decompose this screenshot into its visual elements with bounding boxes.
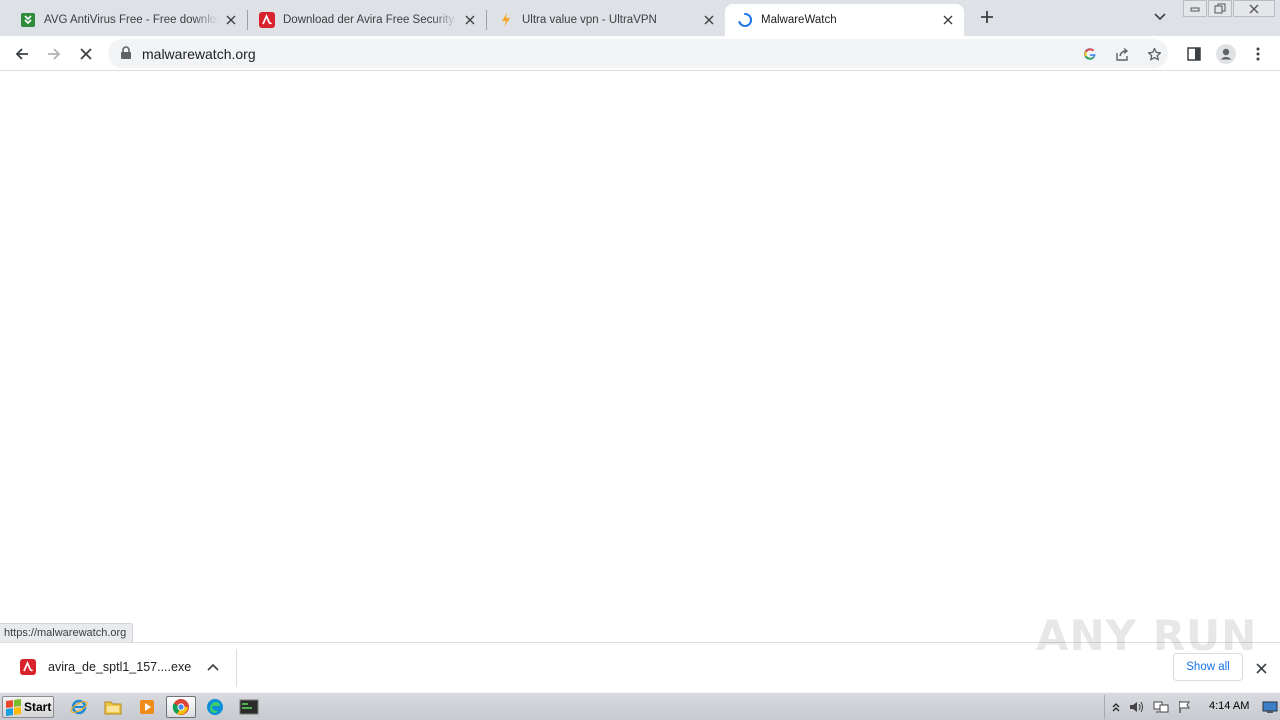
avatar-icon [1216, 44, 1236, 64]
show-all-button[interactable]: Show all [1173, 653, 1243, 681]
avg-download-icon [20, 12, 36, 28]
arrow-right-icon [48, 48, 61, 60]
status-url-bubble: https://malwarewatch.org [0, 623, 134, 642]
share-icon [1115, 47, 1128, 61]
start-label: Start [24, 700, 52, 714]
window-close-button[interactable] [1233, 0, 1275, 17]
network-button[interactable] [1153, 699, 1169, 715]
monitor-icon [1262, 701, 1278, 713]
side-panel-icon [1187, 47, 1201, 61]
tab-title: Download der Avira Free Security Sc [283, 14, 458, 26]
tab-title: MalwareWatch [761, 14, 837, 26]
stop-icon [80, 48, 92, 60]
system-tray: 4:14 AM [1104, 695, 1280, 719]
media-player-icon [140, 700, 154, 714]
loading-spinner-icon [737, 12, 753, 28]
action-center-button[interactable] [1177, 699, 1193, 715]
avira-icon [259, 12, 275, 28]
kebab-menu-icon [1256, 47, 1260, 61]
volume-button[interactable] [1129, 699, 1145, 715]
download-options-button[interactable] [204, 658, 222, 676]
start-button[interactable]: Start [2, 696, 54, 718]
restore-button[interactable] [1208, 0, 1232, 17]
clock[interactable]: 4:14 AM [1209, 700, 1249, 712]
close-icon[interactable] [940, 12, 956, 28]
arrow-left-icon [15, 48, 28, 60]
windows-logo-icon [6, 698, 21, 716]
google-g-icon [1084, 48, 1096, 60]
minimize-icon [1190, 7, 1200, 11]
taskbar-edge[interactable] [200, 696, 230, 718]
divider [236, 649, 237, 687]
stop-loading-button[interactable] [72, 40, 100, 68]
address-bar[interactable]: malwarewatch.org [108, 39, 1168, 68]
browser-toolbar: malwarewatch.org [0, 36, 1280, 71]
show-desktop-button[interactable] [1261, 699, 1279, 715]
chevron-down-icon [1154, 13, 1166, 21]
tab-avg[interactable]: AVG AntiVirus Free - Free download [8, 4, 247, 36]
tab-strip: AVG AntiVirus Free - Free download Downl… [0, 0, 1280, 36]
lock-icon [121, 46, 131, 59]
close-shelf-button[interactable] [1252, 659, 1270, 677]
page-content [0, 72, 1280, 642]
speaker-icon [1130, 701, 1144, 713]
bookmark-button[interactable] [1143, 43, 1165, 65]
minimize-button[interactable] [1183, 0, 1207, 17]
close-icon[interactable] [462, 12, 478, 28]
show-hidden-icons-button[interactable] [1108, 699, 1124, 715]
chevron-up-icon [1112, 703, 1120, 712]
internet-explorer-icon [70, 699, 88, 715]
plus-icon [981, 11, 993, 23]
flag-icon [1179, 701, 1190, 713]
taskbar-terminal[interactable] [234, 696, 264, 718]
taskbar: Start 4:14 AM [0, 692, 1280, 720]
taskbar-internet-explorer[interactable] [64, 696, 94, 718]
tab-malwarewatch[interactable]: MalwareWatch [725, 4, 964, 36]
back-button[interactable] [8, 40, 36, 68]
taskbar-media-player[interactable] [132, 696, 162, 718]
taskbar-file-explorer[interactable] [98, 696, 128, 718]
ultravpn-bolt-icon [498, 12, 514, 28]
side-panel-button[interactable] [1180, 40, 1208, 68]
tab-title: AVG AntiVirus Free - Free download [44, 14, 219, 26]
new-tab-button[interactable] [976, 6, 998, 28]
taskbar-chrome[interactable] [166, 696, 196, 718]
restore-icon [1214, 3, 1226, 14]
profile-button[interactable] [1212, 40, 1240, 68]
menu-button[interactable] [1244, 40, 1272, 68]
network-icon [1153, 701, 1169, 713]
close-icon [1249, 4, 1259, 13]
tab-search-button[interactable] [1150, 8, 1170, 26]
forward-button[interactable] [40, 40, 68, 68]
close-icon[interactable] [223, 12, 239, 28]
chrome-icon [172, 699, 189, 715]
share-button[interactable] [1111, 43, 1133, 65]
tab-ultravpn[interactable]: Ultra value vpn - UltraVPN [486, 4, 725, 36]
close-icon[interactable] [701, 12, 717, 28]
star-icon [1147, 47, 1161, 60]
download-shelf: ANY RUN avira_de_sptl1_157....exe Show a… [0, 611, 1280, 692]
url-text: malwarewatch.org [142, 46, 256, 62]
tab-title: Ultra value vpn - UltraVPN [522, 14, 657, 26]
google-lens-button[interactable] [1079, 43, 1101, 65]
edge-icon [207, 699, 223, 715]
folder-icon [104, 701, 122, 715]
terminal-icon [239, 699, 259, 715]
close-icon [1255, 662, 1267, 674]
download-item[interactable]: avira_de_sptl1_157....exe [0, 649, 236, 687]
chevron-up-icon [207, 663, 219, 671]
tab-avira[interactable]: Download der Avira Free Security Sc [247, 4, 486, 36]
avira-file-icon [20, 659, 36, 675]
download-filename: avira_de_sptl1_157....exe [48, 660, 192, 674]
